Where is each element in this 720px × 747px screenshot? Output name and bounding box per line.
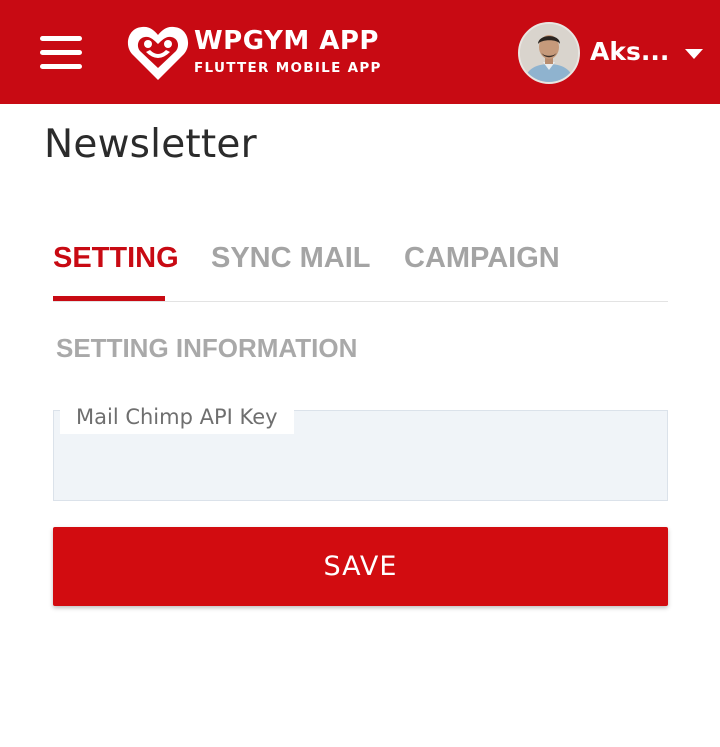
heart-people-logo-icon: [127, 26, 189, 80]
tab-bar: SETTING SYNC MAIL CAMPAIGN: [53, 236, 668, 302]
mail-chimp-api-key-label: Mail Chimp API Key: [60, 402, 294, 434]
hamburger-menu-icon[interactable]: [38, 36, 84, 70]
logo-title: WPGYM APP: [194, 26, 379, 56]
save-button[interactable]: SAVE: [53, 527, 668, 606]
mail-chimp-api-key-input[interactable]: [74, 451, 644, 487]
menu-bar-bottom: [40, 64, 82, 69]
caret-down-icon[interactable]: [685, 49, 703, 59]
menu-bar-middle: [40, 50, 82, 55]
tab-sync-mail[interactable]: SYNC MAIL: [211, 236, 371, 301]
app-bar: WPGYM APP FLUTTER MOBILE APP Aks...: [0, 0, 720, 104]
user-menu[interactable]: Aks...: [518, 22, 708, 84]
user-name[interactable]: Aks...: [590, 37, 669, 66]
logo-subtitle: FLUTTER MOBILE APP: [194, 60, 382, 76]
tab-campaign[interactable]: CAMPAIGN: [404, 236, 560, 301]
tab-setting[interactable]: SETTING: [53, 236, 179, 301]
section-title: SETTING INFORMATION: [56, 333, 358, 363]
page-title: Newsletter: [44, 122, 257, 167]
menu-bar-top: [40, 36, 82, 41]
avatar-photo: [520, 24, 578, 82]
app-logo: WPGYM APP FLUTTER MOBILE APP: [126, 20, 396, 84]
avatar[interactable]: [518, 22, 580, 84]
